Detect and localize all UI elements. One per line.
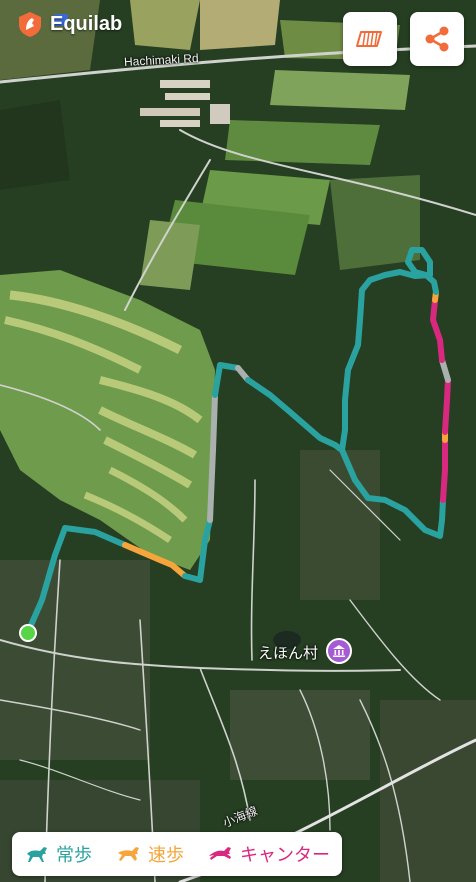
legend-item-trot: 速歩 bbox=[116, 841, 184, 867]
share-icon bbox=[425, 26, 449, 52]
legend-label-canter: キャンター bbox=[240, 845, 330, 865]
horse-canter-icon bbox=[209, 847, 231, 860]
gait-legend: 常歩 速歩 キャンター bbox=[12, 832, 342, 876]
horse-walk-icon bbox=[27, 847, 47, 862]
map-layers-button[interactable] bbox=[343, 12, 397, 66]
equilab-logo-icon bbox=[19, 12, 41, 37]
horse-trot-icon bbox=[118, 847, 139, 861]
legend-item-canter: キャンター bbox=[208, 841, 330, 867]
app-brand: Equilab bbox=[16, 10, 122, 38]
legend-item-walk: 常歩 bbox=[24, 841, 92, 867]
map-layers-icon bbox=[356, 31, 382, 47]
museum-icon[interactable] bbox=[326, 638, 352, 664]
share-button[interactable] bbox=[410, 12, 464, 66]
satellite-map[interactable] bbox=[0, 0, 476, 882]
start-marker[interactable] bbox=[19, 624, 37, 642]
app-name: Equilab bbox=[50, 12, 123, 35]
map-view[interactable]: Equilab Hachimaki Rd 小海線 えほん村 常歩 速歩 キャンタ… bbox=[0, 0, 476, 882]
legend-label-trot: 速歩 bbox=[148, 845, 184, 865]
legend-label-walk: 常歩 bbox=[56, 845, 92, 865]
poi-label: えほん村 bbox=[258, 645, 319, 662]
